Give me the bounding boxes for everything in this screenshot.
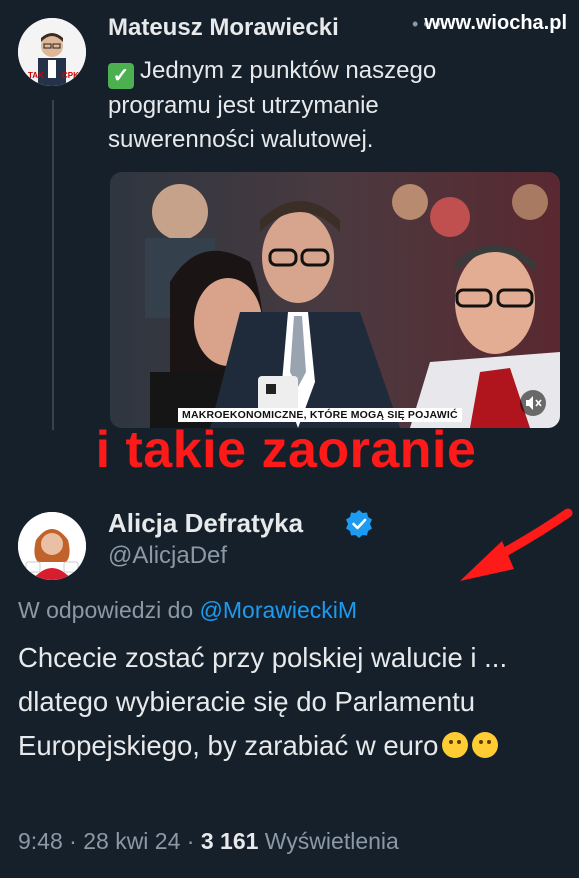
tweet-text: Chcecie zostać przy polskiej walucie i .… bbox=[18, 636, 566, 768]
tweet-text: ✓ Jednym z punktów naszego programu jest … bbox=[108, 54, 528, 157]
meta-separator: · bbox=[69, 828, 77, 854]
tweet-meta: 9:48 · 28 kwi 24 · 3 161 Wyświetlenia bbox=[18, 828, 399, 855]
tweet-video[interactable]: MAKROEKONOMICZNE, KTÓRE MOGĄ SIĘ POJAWIĆ bbox=[110, 172, 560, 428]
views-count: 3 161 bbox=[200, 828, 259, 854]
tweet-date[interactable]: 28 kwi 24 bbox=[83, 828, 180, 854]
avatar-morawiecki[interactable]: TAK CPK bbox=[18, 18, 86, 86]
avatar-defratyka[interactable] bbox=[18, 512, 86, 580]
meta-separator: · bbox=[186, 828, 195, 854]
avatar-morawiecki-image: TAK CPK bbox=[18, 18, 86, 86]
author-name[interactable]: Alicja Defratyka bbox=[108, 508, 303, 539]
tweet-time[interactable]: 9:48 bbox=[18, 828, 63, 854]
reply-mention-link[interactable]: @MorawieckiM bbox=[200, 597, 358, 623]
tweet-text-body: Chcecie zostać przy polskiej walucie i .… bbox=[18, 642, 508, 761]
check-mark-emoji: ✓ bbox=[108, 63, 134, 89]
author-handle[interactable]: @AlicjaDef bbox=[108, 542, 227, 570]
tweet-text-body: Jednym z punktów naszego programu jest u… bbox=[108, 57, 437, 153]
svg-text:CPK: CPK bbox=[62, 71, 79, 80]
svg-text:TAK: TAK bbox=[28, 71, 44, 80]
watermark: www.wiocha.pl bbox=[424, 12, 567, 34]
mute-icon[interactable] bbox=[520, 390, 546, 416]
thinking-face-emoji bbox=[442, 732, 469, 758]
verified-badge-icon bbox=[346, 510, 372, 538]
avatar-defratyka-image bbox=[18, 512, 86, 580]
reply-context: W odpowiedzi do @MorawieckiM bbox=[18, 597, 357, 624]
author-name[interactable]: Mateusz Morawiecki bbox=[108, 14, 339, 42]
reply-prefix: W odpowiedzi do bbox=[18, 597, 194, 623]
red-arrow bbox=[460, 508, 573, 581]
views-label: Wyświetlenia bbox=[264, 828, 399, 854]
video-frame-image bbox=[110, 172, 560, 428]
overlay-caption: i takie zaoranie bbox=[95, 421, 477, 479]
laughing-face-emoji bbox=[472, 732, 499, 758]
thread-connector-line bbox=[52, 100, 54, 430]
